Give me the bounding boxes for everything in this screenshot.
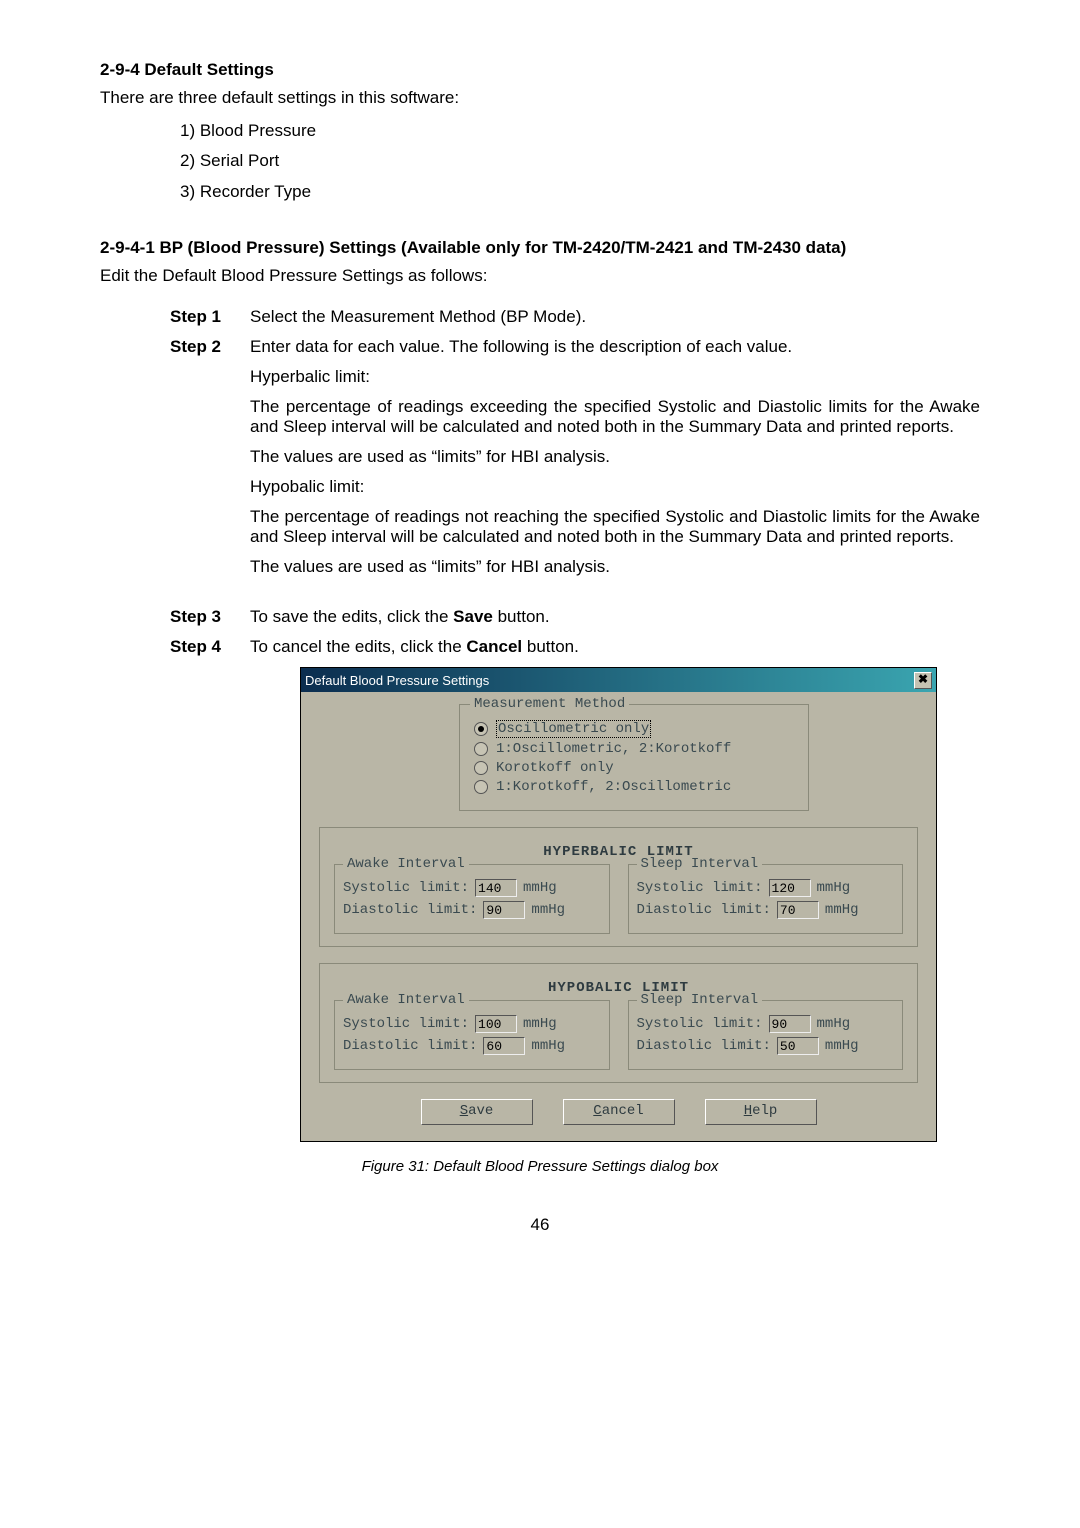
radio-korotkoff-then-osc[interactable]: 1:Korotkoff, 2:Oscillometric (474, 779, 794, 795)
hypo-awake-diastolic-input[interactable] (483, 1037, 525, 1055)
diastolic-label: Diastolic limit: (343, 1038, 477, 1054)
radio-icon (474, 742, 488, 756)
systolic-label: Systolic limit: (343, 880, 469, 896)
section-heading-1: 2-9-4 Default Settings (100, 60, 980, 80)
step4-bold: Cancel (466, 637, 522, 656)
mnemonic: S (460, 1103, 468, 1119)
hypo-sleep-group: Sleep Interval Systolic limit: mmHg Dias… (628, 1000, 904, 1070)
list-item: 3) Recorder Type (180, 177, 980, 208)
diastolic-label: Diastolic limit: (343, 902, 477, 918)
close-button[interactable]: ✖ (914, 672, 932, 689)
step-label: Step 3 (170, 607, 250, 627)
steps-block: Step 1 Select the Measurement Method (BP… (170, 307, 980, 657)
group-title: Awake Interval (343, 856, 469, 872)
step3-bold: Save (453, 607, 493, 626)
step2-intro: Enter data for each value. The following… (250, 337, 980, 357)
radio-icon (474, 761, 488, 775)
step-body: Enter data for each value. The following… (250, 337, 980, 587)
step-body: To cancel the edits, click the Cancel bu… (250, 637, 980, 657)
section-heading-2: 2-9-4-1 BP (Blood Pressure) Settings (Av… (100, 238, 980, 258)
hypo-sleep-systolic-input[interactable] (769, 1015, 811, 1033)
step-body: Select the Measurement Method (BP Mode). (250, 307, 980, 327)
unit-label: mmHg (825, 1038, 859, 1054)
hyperbalic-group: HYPERBALIC LIMIT Awake Interval Systolic… (319, 827, 918, 947)
radio-label: 1:Oscillometric, 2:Korotkoff (496, 741, 731, 757)
btn-rest: ancel (602, 1103, 644, 1119)
mnemonic: C (593, 1103, 601, 1119)
intro-paragraph: There are three default settings in this… (100, 86, 980, 110)
radio-osc-then-korotkoff[interactable]: 1:Oscillometric, 2:Korotkoff (474, 741, 794, 757)
group-title: Sleep Interval (637, 992, 763, 1008)
intro-paragraph-2: Edit the Default Blood Pressure Settings… (100, 264, 980, 288)
radio-label: Korotkoff only (496, 760, 614, 776)
cancel-button[interactable]: Cancel (563, 1099, 675, 1125)
measurement-method-group: Measurement Method Oscillometric only 1:… (459, 704, 809, 811)
mnemonic: H (744, 1103, 752, 1119)
list-item: 1) Blood Pressure (180, 116, 980, 147)
unit-label: mmHg (825, 902, 859, 918)
step-label: Step 2 (170, 337, 250, 357)
hyper-sleep-group: Sleep Interval Systolic limit: mmHg Dias… (628, 864, 904, 934)
hypobalic-body: The percentage of readings not reaching … (250, 507, 980, 547)
btn-rest: elp (752, 1103, 777, 1119)
radio-oscillometric-only[interactable]: Oscillometric only (474, 720, 794, 738)
diastolic-label: Diastolic limit: (637, 1038, 771, 1054)
radio-label: Oscillometric only (496, 720, 651, 738)
unit-label: mmHg (531, 1038, 565, 1054)
step-label: Step 1 (170, 307, 250, 327)
hyperbalic-label: Hyperbalic limit: (250, 367, 980, 387)
hyper-awake-systolic-input[interactable] (475, 879, 517, 897)
dialog-title: Default Blood Pressure Settings (305, 673, 489, 688)
hypo-sleep-diastolic-input[interactable] (777, 1037, 819, 1055)
hyper-sleep-systolic-input[interactable] (769, 879, 811, 897)
group-title: Sleep Interval (637, 856, 763, 872)
systolic-label: Systolic limit: (637, 1016, 763, 1032)
hypobalic-group: HYPOBALIC LIMIT Awake Interval Systolic … (319, 963, 918, 1083)
group-title: Awake Interval (343, 992, 469, 1008)
btn-rest: ave (468, 1103, 493, 1119)
step4-post: button. (522, 637, 579, 656)
radio-icon (474, 780, 488, 794)
step-body: To save the edits, click the Save button… (250, 607, 980, 627)
hypobalic-label: Hypobalic limit: (250, 477, 980, 497)
help-button[interactable]: Help (705, 1099, 817, 1125)
dialog-body: Measurement Method Oscillometric only 1:… (301, 692, 936, 1141)
step3-pre: To save the edits, click the (250, 607, 453, 626)
unit-label: mmHg (817, 1016, 851, 1032)
figure-caption: Figure 31: Default Blood Pressure Settin… (100, 1158, 980, 1175)
hypo-awake-systolic-input[interactable] (475, 1015, 517, 1033)
diastolic-label: Diastolic limit: (637, 902, 771, 918)
hypo-awake-group: Awake Interval Systolic limit: mmHg Dias… (334, 1000, 610, 1070)
radio-label: 1:Korotkoff, 2:Oscillometric (496, 779, 731, 795)
step3-post: button. (493, 607, 550, 626)
radio-icon (474, 722, 488, 736)
unit-label: mmHg (523, 880, 557, 896)
unit-label: mmHg (817, 880, 851, 896)
radio-korotkoff-only[interactable]: Korotkoff only (474, 760, 794, 776)
systolic-label: Systolic limit: (637, 880, 763, 896)
hyperbalic-body: The percentage of readings exceeding the… (250, 397, 980, 437)
defaults-list: 1) Blood Pressure 2) Serial Port 3) Reco… (180, 116, 980, 208)
bp-settings-dialog: Default Blood Pressure Settings ✖ Measur… (300, 667, 937, 1142)
hyper-sleep-diastolic-input[interactable] (777, 901, 819, 919)
hyper-awake-group: Awake Interval Systolic limit: mmHg Dias… (334, 864, 610, 934)
save-button[interactable]: Save (421, 1099, 533, 1125)
unit-label: mmHg (523, 1016, 557, 1032)
hypobalic-body-2: The values are used as “limits” for HBI … (250, 557, 980, 577)
step4-pre: To cancel the edits, click the (250, 637, 466, 656)
titlebar: Default Blood Pressure Settings ✖ (301, 668, 936, 692)
step-label: Step 4 (170, 637, 250, 657)
page-number: 46 (100, 1215, 980, 1235)
hyperbalic-body-2: The values are used as “limits” for HBI … (250, 447, 980, 467)
unit-label: mmHg (531, 902, 565, 918)
systolic-label: Systolic limit: (343, 1016, 469, 1032)
hyper-awake-diastolic-input[interactable] (483, 901, 525, 919)
group-title: Measurement Method (470, 696, 629, 712)
page: 2-9-4 Default Settings There are three d… (0, 0, 1080, 1275)
button-row: Save Cancel Help (319, 1099, 918, 1125)
list-item: 2) Serial Port (180, 146, 980, 177)
